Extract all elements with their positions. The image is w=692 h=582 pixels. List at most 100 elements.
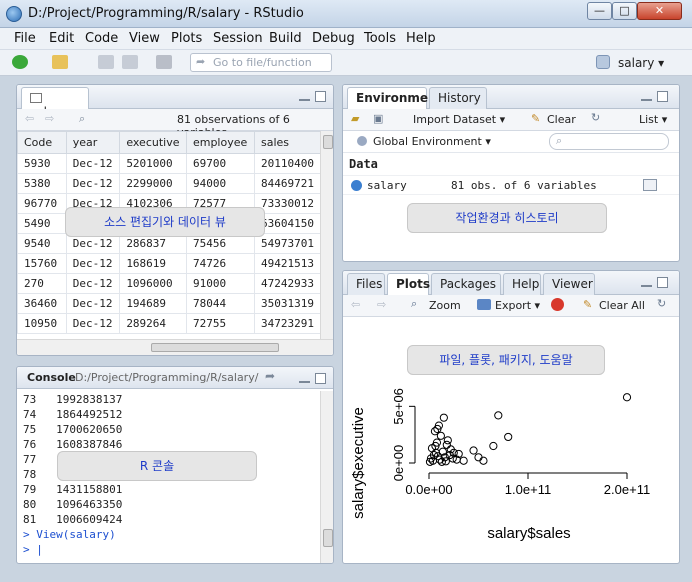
search-icon: ⌕	[556, 134, 563, 147]
console-pane: Console D:/Project/Programming/R/salary/…	[16, 366, 334, 564]
console-prompt[interactable]: > |	[23, 543, 43, 556]
menu-help[interactable]: Help	[406, 31, 436, 46]
table-row[interactable]: 270 Dec-12 1096000 91000 47242933	[17, 273, 321, 294]
refresh-icon[interactable]: ↻	[657, 297, 666, 310]
table-row[interactable]: 5380 Dec-12 2299000 94000 84469721	[17, 173, 321, 194]
console-scrollbar[interactable]	[320, 391, 333, 563]
env-search-input[interactable]: ⌕	[549, 133, 669, 150]
filter-icon[interactable]: ⌕	[79, 112, 85, 126]
tab-files[interactable]: Files	[347, 273, 385, 295]
table-cell: 20110400	[253, 153, 321, 174]
table-row[interactable]: 15760 Dec-12 168619 74726 49421513	[17, 253, 321, 274]
table-cell: 5201000	[119, 153, 187, 174]
scrollbar-thumb[interactable]	[323, 135, 333, 149]
scrollbar-thumb[interactable]	[323, 529, 333, 547]
table-cell: Dec-12	[65, 273, 121, 294]
maximize-button[interactable]: □	[612, 2, 637, 20]
goto-arrow-icon: ➦	[196, 55, 206, 68]
hscroll-thumb[interactable]	[151, 343, 279, 352]
tab-plots[interactable]: Plots	[387, 273, 430, 295]
back-arrow-icon[interactable]: ⇦	[25, 112, 34, 125]
tab-packages[interactable]: Packages	[431, 273, 501, 295]
y-tick-label: 5e+06	[391, 388, 406, 425]
tab-history[interactable]: History	[429, 87, 487, 109]
view-table-icon[interactable]	[643, 179, 657, 191]
table-cell: 74726	[185, 253, 255, 274]
save-icon[interactable]	[98, 55, 114, 69]
minimize-pane-icon[interactable]	[299, 96, 310, 101]
open-folder-icon[interactable]	[52, 55, 68, 69]
env-variable-row[interactable]: salary 81 obs. of 6 variables	[343, 175, 679, 195]
goto-file-input[interactable]: ➦ Go to file/function	[190, 53, 332, 72]
zoom-button[interactable]: Zoom	[429, 299, 461, 312]
menu-tools[interactable]: Tools	[364, 31, 396, 46]
maximize-pane-icon[interactable]	[315, 91, 326, 102]
source-subbar: ⇦ ⇨ ⌕ 81 observations of 6 variables	[17, 109, 333, 139]
global-environment-menu[interactable]: Global Environment ▾	[373, 135, 491, 148]
table-cell: 96770	[17, 193, 67, 214]
remove-plot-icon[interactable]	[551, 298, 564, 311]
new-file-icon[interactable]	[12, 55, 28, 69]
column-header[interactable]: employee	[185, 131, 255, 154]
horizontal-scrollbar[interactable]	[17, 339, 333, 355]
console-title: Console	[27, 371, 76, 384]
table-row[interactable]: 5930 Dec-12 5201000 69700 20110400	[17, 153, 321, 174]
previous-plot-icon[interactable]: ⇦	[351, 298, 360, 311]
plots-toolbar: ⇦ ⇨ ⌕ Zoom Export ▾ ✎ Clear All ↻	[343, 295, 679, 317]
menu-file[interactable]: File	[14, 31, 36, 46]
table-cell: Dec-12	[65, 293, 121, 314]
data-point	[469, 446, 478, 455]
menu-code[interactable]: Code	[85, 31, 118, 46]
minimize-pane-icon[interactable]	[641, 282, 652, 287]
data-point	[622, 393, 632, 402]
clear-all-button[interactable]: Clear All	[599, 299, 645, 312]
table-cell: 36460	[17, 293, 67, 314]
maximize-pane-icon[interactable]	[315, 373, 326, 384]
tab-viewer[interactable]: Viewer	[543, 273, 595, 295]
close-button[interactable]: ✕	[637, 2, 682, 20]
table-cell: Dec-12	[65, 173, 121, 194]
refresh-icon[interactable]: ↻	[591, 111, 600, 124]
import-dataset-button[interactable]: Import Dataset ▾	[413, 113, 505, 126]
menu-plots[interactable]: Plots	[171, 31, 202, 46]
minimize-pane-icon[interactable]	[641, 96, 652, 101]
print-icon[interactable]	[156, 55, 172, 69]
vertical-scrollbar[interactable]	[320, 131, 333, 339]
table-row[interactable]: 10950 Dec-12 289264 72755 34723291	[17, 313, 321, 334]
save-workspace-icon[interactable]: ▣	[373, 112, 383, 125]
x-tick-label: 1.0e+11	[505, 482, 551, 497]
table-cell: 78044	[185, 293, 255, 314]
forward-arrow-icon[interactable]: ⇨	[45, 112, 54, 125]
clear-button[interactable]: Clear	[547, 113, 576, 126]
column-header[interactable]: year	[65, 131, 121, 154]
tab-salary[interactable]: salary ×	[21, 87, 89, 133]
maximize-pane-icon[interactable]	[657, 91, 668, 102]
project-menu[interactable]: salary ▾	[618, 56, 664, 70]
minimize-pane-icon[interactable]	[299, 378, 310, 383]
save-all-icon[interactable]	[122, 55, 138, 69]
load-workspace-icon[interactable]: ▰	[351, 112, 359, 125]
list-view-menu[interactable]: List ▾	[639, 113, 667, 126]
menu-build[interactable]: Build	[269, 31, 302, 46]
minimize-button[interactable]: —	[587, 2, 612, 20]
data-point	[479, 456, 488, 465]
table-cell: 47242933	[253, 273, 321, 294]
table-row[interactable]: 36460 Dec-12 194689 78044 35031319	[17, 293, 321, 314]
column-header[interactable]: sales	[253, 131, 321, 154]
data-point	[459, 456, 468, 465]
export-menu[interactable]: Export ▾	[495, 299, 540, 312]
data-point	[489, 441, 498, 451]
tab-help[interactable]: Help	[503, 273, 541, 295]
menu-session[interactable]: Session	[213, 31, 263, 46]
maximize-pane-icon[interactable]	[657, 277, 668, 288]
tab-environment[interactable]: Environment	[347, 87, 442, 109]
table-cell: 34723291	[253, 313, 321, 334]
column-header[interactable]: Code	[17, 131, 67, 154]
expand-icon[interactable]	[351, 180, 362, 191]
menu-edit[interactable]: Edit	[49, 31, 74, 46]
menu-view[interactable]: View	[129, 31, 160, 46]
column-header[interactable]: executive	[119, 131, 187, 154]
menu-debug[interactable]: Debug	[312, 31, 355, 46]
goto-dir-icon[interactable]: ➦	[265, 369, 275, 383]
next-plot-icon[interactable]: ⇨	[377, 298, 386, 311]
